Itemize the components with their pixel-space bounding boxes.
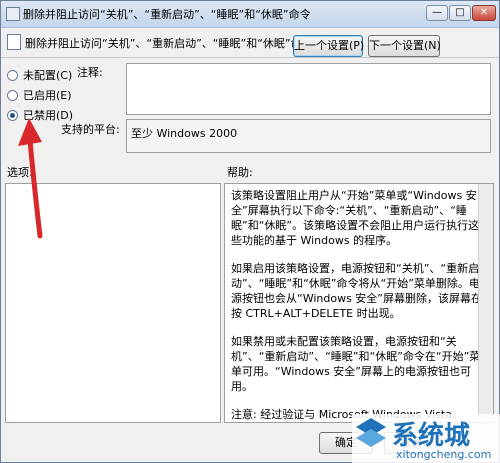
radio-enabled[interactable]: 已启用(E) bbox=[7, 87, 72, 103]
platform-value: 至少 Windows 2000 bbox=[126, 119, 491, 153]
radio-circle-icon[interactable] bbox=[7, 89, 18, 101]
help-paragraph: 如果禁用或未配置该策略设置，电源按钮和“关机”、“重新启动”、“睡眠”和“休眠”… bbox=[231, 335, 481, 393]
radio-not-configured[interactable]: 未配置(C) bbox=[7, 67, 72, 83]
watermark-text: 系统城 bbox=[392, 421, 471, 451]
watermark-url: xitongcheng.com bbox=[396, 448, 492, 461]
radio-label: 已启用(E) bbox=[23, 89, 72, 102]
platform-label: 支持的平台: bbox=[61, 123, 120, 136]
options-panel bbox=[5, 183, 221, 423]
policy-dialog-window: 删除并阻止访问“关机”、“重新启动”、“睡眠”和“休眠”命令 — □ ✕ 删除并… bbox=[0, 0, 500, 463]
help-label: 帮助: bbox=[227, 166, 253, 179]
radio-circle-icon[interactable] bbox=[7, 69, 18, 81]
help-panel[interactable]: 该策略设置阻止用户从“开始”菜单或“Windows 安全”屏幕执行以下命令:“关… bbox=[224, 183, 494, 423]
maximize-button[interactable]: □ bbox=[449, 5, 471, 21]
setting-title: 删除并阻止访问“关机”、“重新启动”、“睡眠”和“休眠”命令 bbox=[25, 37, 313, 50]
help-scrollbar[interactable] bbox=[478, 184, 493, 422]
radio-label: 未配置(C) bbox=[23, 69, 73, 82]
watermark-logo-icon bbox=[356, 418, 386, 447]
radio-selected-icon[interactable] bbox=[7, 109, 18, 121]
window-title: 删除并阻止访问“关机”、“重新启动”、“睡眠”和“休眠”命令 bbox=[23, 8, 311, 21]
close-button[interactable]: ✕ bbox=[472, 5, 496, 21]
header-divider bbox=[1, 57, 499, 58]
watermark: 系统城 xitongcheng.com bbox=[352, 414, 500, 463]
minimize-button[interactable]: — bbox=[426, 5, 448, 21]
next-setting-button[interactable]: 下一个设置(N) bbox=[368, 35, 441, 57]
comment-textarea[interactable] bbox=[126, 63, 491, 115]
policy-icon bbox=[6, 7, 20, 21]
title-bar[interactable]: 删除并阻止访问“关机”、“重新启动”、“睡眠”和“休眠”命令 — □ ✕ bbox=[1, 1, 499, 28]
help-paragraph: 如果启用该策略设置，电源按钮和“关机”、“重新启动”、“睡眠”和“休眠”命令将从… bbox=[231, 262, 482, 320]
previous-setting-button[interactable]: 上一个设置(P) bbox=[293, 35, 364, 57]
comment-label: 注释: bbox=[77, 66, 103, 79]
options-label: 选项: bbox=[7, 166, 33, 179]
help-paragraph: 该策略设置阻止用户从“开始”菜单或“Windows 安全”屏幕执行以下命令:“关… bbox=[231, 189, 480, 247]
setting-icon bbox=[7, 34, 21, 50]
